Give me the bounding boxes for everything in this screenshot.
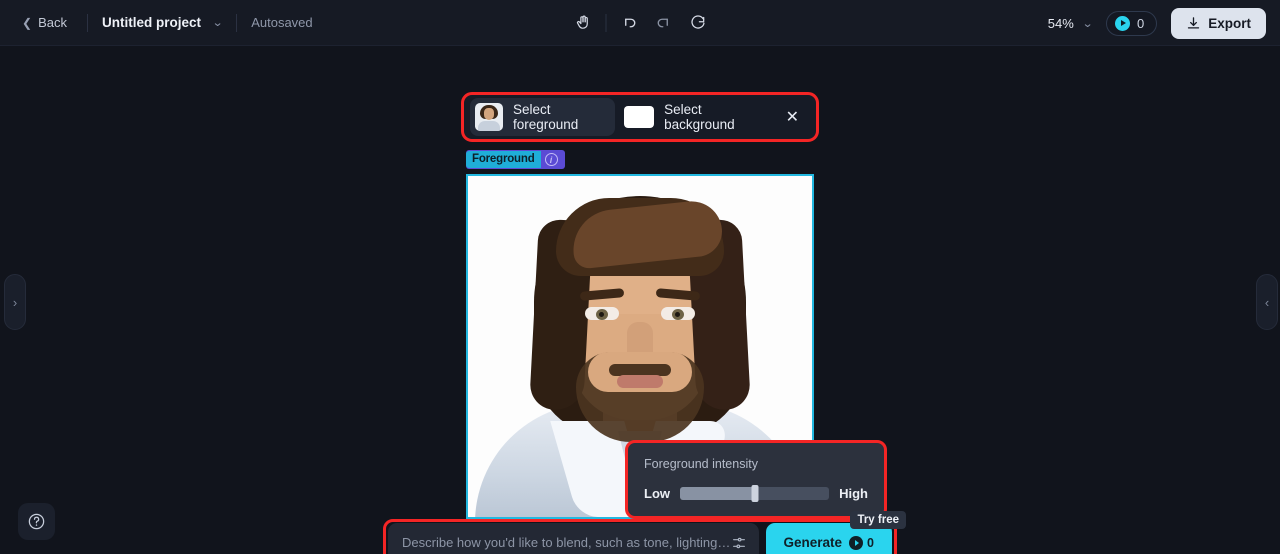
intensity-slider-row: Low High (644, 485, 868, 502)
hand-tool-icon[interactable] (566, 8, 600, 38)
intensity-high-label: High (839, 486, 868, 501)
portrait-eye-left (585, 307, 619, 320)
portrait-mouth (617, 375, 663, 388)
autosave-status: Autosaved (251, 15, 313, 30)
intensity-slider-fill (680, 487, 755, 500)
select-foreground-label: Select foreground (513, 102, 579, 132)
redo-icon[interactable] (647, 8, 681, 38)
chevron-down-icon: ⌄ (1081, 17, 1094, 30)
back-button-label: Back (38, 15, 67, 30)
intensity-low-label: Low (644, 486, 670, 501)
zoom-level-value: 54% (1047, 15, 1074, 31)
prompt-input[interactable]: Describe how you'd like to blend, such a… (388, 523, 759, 554)
export-button-label: Export (1208, 15, 1251, 31)
portrait-eye-right (661, 307, 695, 320)
header-right-group: 54% ⌄ 0 Export (1048, 0, 1266, 46)
reset-icon[interactable] (681, 8, 715, 38)
export-button[interactable]: Export (1171, 7, 1266, 39)
selection-toolbar: Select foreground Select background ✕ (461, 92, 819, 142)
try-free-tooltip: Try free (850, 511, 906, 529)
select-foreground-button[interactable]: Select foreground (470, 98, 616, 136)
credits-count: 0 (1137, 15, 1145, 31)
generate-button-label: Generate (783, 535, 843, 550)
generate-button[interactable]: Generate 0 Try free (765, 511, 906, 554)
credit-icon (1115, 15, 1130, 31)
help-circle-icon (28, 513, 45, 530)
chevron-right-icon: › (12, 294, 18, 310)
back-button[interactable]: ❮ Back (16, 11, 73, 34)
settings-sliders-icon[interactable] (731, 535, 747, 551)
intensity-slider[interactable] (680, 485, 830, 502)
download-icon (1188, 16, 1200, 29)
select-background-button[interactable]: Select background (619, 98, 771, 136)
generate-credit-cost: 0 (849, 535, 874, 550)
prompt-placeholder: Describe how you'd like to blend, such a… (402, 535, 731, 550)
top-header: ❮ Back Untitled project ⌄ Autosaved 54% … (0, 0, 1280, 46)
layer-badge-label: Foreground (466, 151, 541, 168)
project-name[interactable]: Untitled project (102, 15, 201, 30)
generate-cost-value: 0 (867, 535, 874, 550)
left-panel-toggle[interactable]: › (4, 274, 26, 330)
header-divider (605, 13, 607, 32)
intensity-title: Foreground intensity (644, 457, 758, 471)
header-divider (236, 13, 238, 32)
info-icon[interactable]: i (544, 153, 558, 166)
chevron-left-icon: ‹ (1264, 294, 1270, 310)
header-left-group: ❮ Back Untitled project ⌄ Autosaved (0, 11, 313, 34)
chevron-down-icon[interactable]: ⌄ (212, 16, 224, 29)
app-root: ❮ Back Untitled project ⌄ Autosaved 54% … (0, 0, 1280, 554)
header-tool-group (566, 8, 715, 38)
credits-badge[interactable]: 0 (1106, 10, 1158, 36)
help-button[interactable] (18, 503, 55, 540)
chevron-left-icon: ❮ (22, 15, 33, 30)
foreground-intensity-panel: Foreground intensity Low High (625, 440, 887, 519)
undo-icon[interactable] (613, 8, 647, 38)
layer-badge[interactable]: Foreground i (466, 150, 565, 169)
prompt-bar: Describe how you'd like to blend, such a… (383, 511, 906, 554)
select-background-label: Select background (664, 102, 735, 132)
canvas-stage: › ‹ Foreground i Select foreground Selec… (0, 46, 1280, 554)
background-thumbnail (624, 106, 655, 128)
header-divider (86, 13, 88, 32)
right-panel-toggle[interactable]: ‹ (1256, 274, 1278, 330)
credit-icon (849, 535, 864, 550)
close-icon[interactable]: ✕ (775, 98, 810, 136)
intensity-slider-handle[interactable] (751, 485, 759, 502)
zoom-control[interactable]: 54% ⌄ (1047, 15, 1094, 31)
foreground-thumbnail (475, 103, 503, 131)
